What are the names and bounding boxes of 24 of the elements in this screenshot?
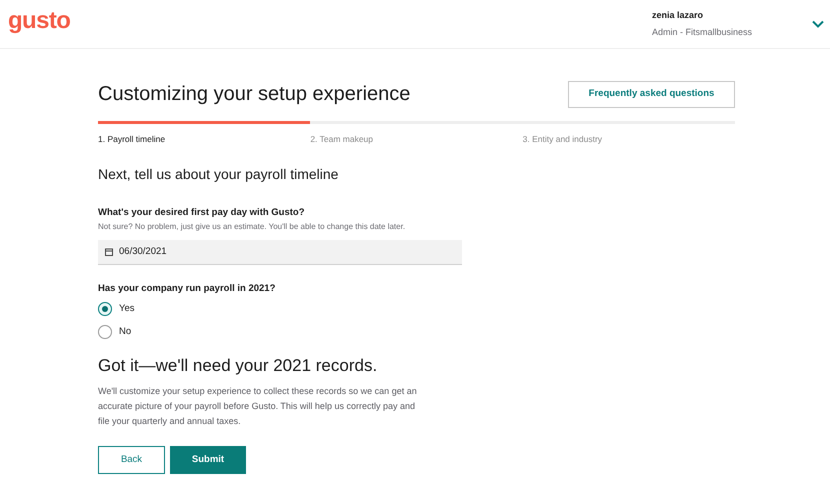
radio-button[interactable] [98,324,112,339]
radio-label: Yes [119,302,134,316]
date-hint: Not sure? No problem, just give us an estimate. You'll be able to change this date later. [98,221,406,233]
calendar-icon [105,248,113,256]
date-field[interactable]: 06/30/2021 [98,240,462,265]
date-label: What's your desired first pay day with Gusto? [98,206,306,220]
submit-button[interactable]: Submit [170,446,246,474]
user-name: zenia lazaro [652,9,704,22]
step-tab[interactable]: 2. Team makeup [310,121,523,146]
step-tab[interactable]: 3. Entity and industry [522,121,735,146]
chevron-down-icon[interactable] [812,20,824,28]
question-label: Has your company run payroll in 2021? [98,282,276,296]
back-button[interactable]: Back [98,446,165,474]
section-heading: Next, tell us about your payroll timeline [98,164,340,184]
result-heading: Got it—we'll need your 2021 records. [98,354,378,377]
logo[interactable]: gusto [8,9,70,33]
radio-label: No [119,324,132,338]
radio-button[interactable] [98,302,112,316]
date-value: 06/30/2021 [119,244,167,259]
user-role: Admin - Fitsmallbusiness [652,26,752,38]
page-title: Customizing your setup experience [98,82,410,107]
step-tab[interactable]: 1. Payroll timeline [98,121,310,146]
faq-button[interactable]: Frequently asked questions [568,80,735,108]
result-text: We'll customize your setup experience to collect these records so we can get an accurate picture of your payroll before Gusto. This will help us correctly pay and file your quarterly and annual taxes. [98,385,418,428]
